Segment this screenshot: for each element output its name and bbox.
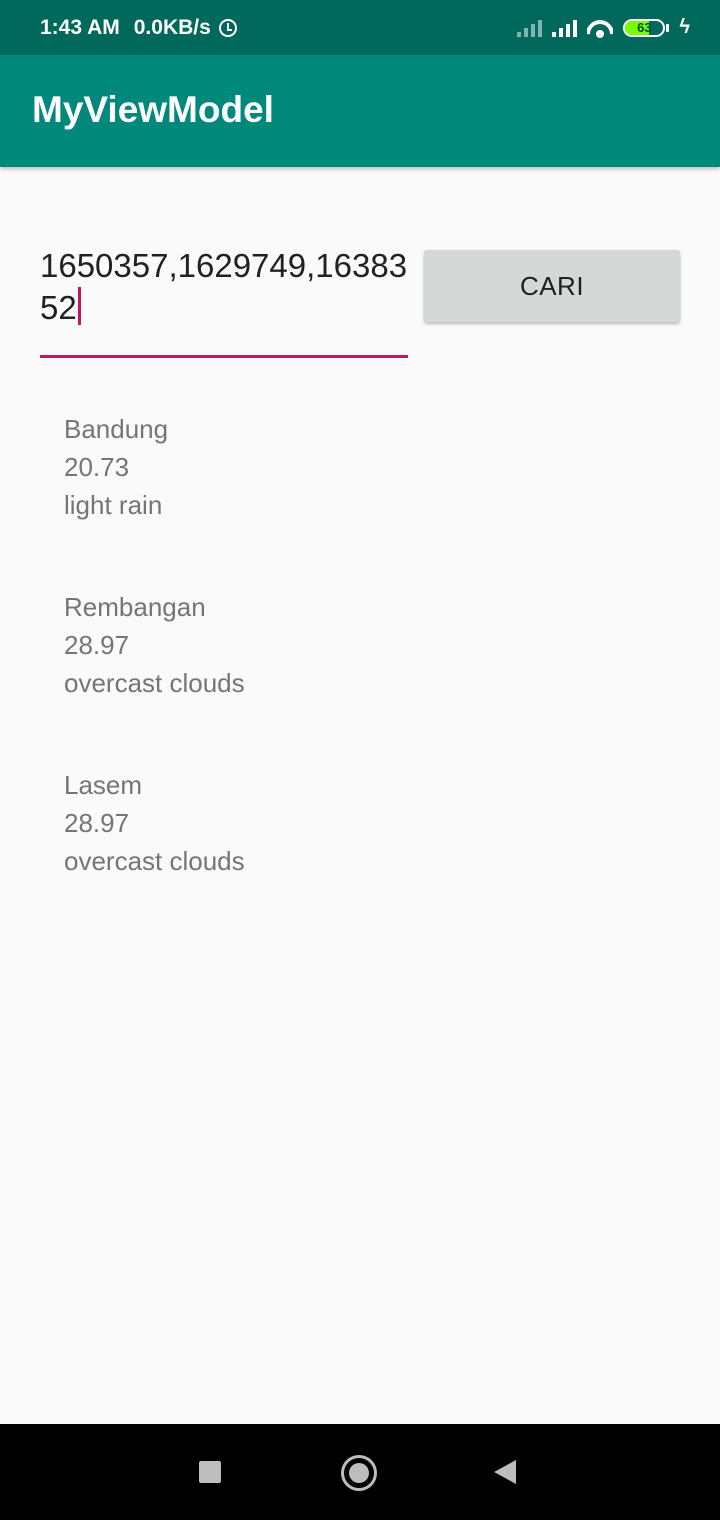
status-bar: 1:43 AM 0.0KB/s 63 ϟ	[0, 0, 720, 55]
weather-list: Bandung 20.73 light rain Rembangan 28.97…	[64, 410, 664, 944]
signal-sim2-icon	[517, 19, 543, 37]
temperature: 20.73	[64, 452, 130, 482]
status-time: 1:43 AM	[40, 15, 120, 39]
alarm-icon	[218, 18, 237, 37]
city-name: Bandung	[64, 414, 169, 444]
city-name: Lasem	[64, 770, 143, 800]
charging-icon: ϟ	[679, 16, 690, 38]
temperature: 28.97	[64, 630, 130, 660]
weather-description: overcast clouds	[64, 668, 245, 698]
app-title: MyViewModel	[32, 89, 274, 130]
battery-level: 63	[637, 19, 652, 35]
status-left: 1:43 AM 0.0KB/s	[40, 0, 237, 55]
home-icon[interactable]	[341, 1455, 377, 1491]
list-item: Bandung 20.73 light rain	[64, 410, 664, 588]
navigation-bar	[0, 1424, 720, 1520]
temperature: 28.97	[64, 808, 130, 838]
city-id-input-value[interactable]: 1650357,1629749,1638352	[40, 247, 407, 326]
list-item: Rembangan 28.97 overcast clouds	[64, 588, 664, 766]
recents-icon[interactable]	[199, 1461, 221, 1483]
battery-icon: 63	[623, 18, 670, 37]
wifi-icon	[587, 18, 613, 38]
back-icon[interactable]	[494, 1460, 516, 1484]
status-right: 63 ϟ	[517, 0, 690, 55]
app-bar: MyViewModel	[0, 55, 720, 167]
list-item: Lasem 28.97 overcast clouds	[64, 766, 664, 944]
search-button[interactable]: CARI	[424, 250, 680, 322]
city-id-input[interactable]: 1650357,1629749,1638352	[40, 245, 408, 360]
signal-sim1-icon	[552, 19, 578, 37]
city-name: Rembangan	[64, 592, 206, 622]
network-speed: 0.0KB/s	[133, 15, 211, 39]
weather-description: overcast clouds	[64, 846, 245, 876]
weather-description: light rain	[64, 490, 163, 520]
input-underline	[40, 355, 408, 358]
text-cursor	[77, 287, 81, 325]
